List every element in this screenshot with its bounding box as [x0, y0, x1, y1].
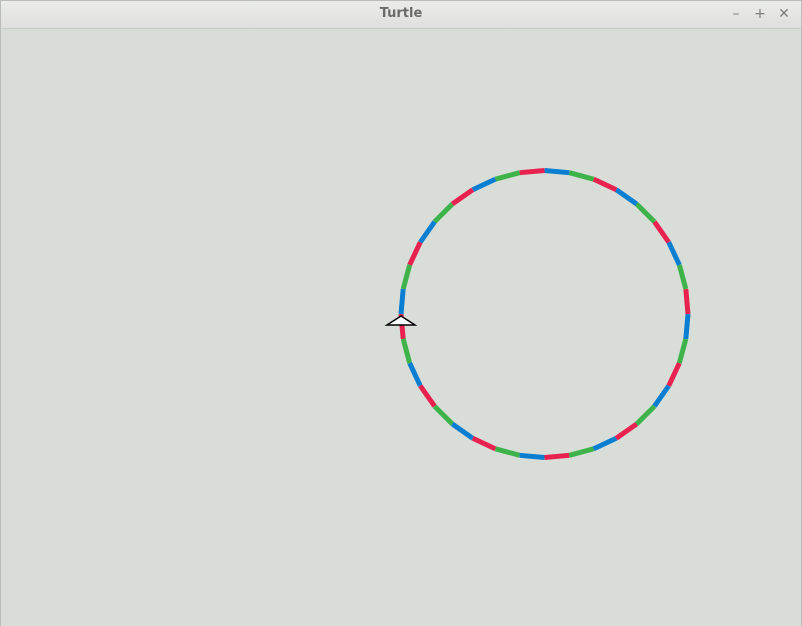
circle-segment: [568, 170, 595, 182]
circle-segment: [400, 264, 413, 290]
window-controls: – + ✕: [729, 6, 791, 22]
drawing-canvas[interactable]: [1, 29, 801, 626]
circle-segment: [418, 220, 437, 244]
circle-segment: [450, 421, 475, 441]
circle-segment: [471, 436, 497, 452]
circle-segment: [519, 168, 545, 176]
circle-segment: [418, 384, 437, 408]
circle-segment: [614, 421, 639, 441]
circle-segment: [676, 264, 689, 290]
circle-segment: [432, 404, 455, 426]
circle-segment: [400, 338, 413, 364]
circle-segment: [652, 384, 671, 408]
circle-segment: [592, 176, 618, 192]
circle-segment: [544, 168, 570, 176]
circle-segment: [592, 436, 618, 452]
close-button[interactable]: ✕: [777, 6, 791, 22]
minimize-button[interactable]: –: [729, 6, 743, 22]
circle-segment: [666, 241, 682, 266]
circle-segment: [494, 446, 521, 458]
turtle-arrow-icon: [384, 315, 418, 326]
circle-segment: [634, 404, 657, 426]
maximize-button[interactable]: +: [753, 6, 767, 22]
circle-segment: [519, 452, 545, 460]
circle-segment: [683, 288, 691, 315]
title-bar[interactable]: Turtle – + ✕: [1, 1, 801, 29]
circle-segment: [652, 220, 671, 244]
turtle-window: Turtle – + ✕: [0, 0, 802, 626]
circle-segment: [494, 170, 521, 182]
circle-path: [398, 168, 691, 460]
circle-segment: [407, 241, 423, 266]
circle-segment: [676, 338, 689, 364]
circle-segment: [407, 362, 423, 387]
circle-segment: [398, 288, 406, 315]
circle-segment: [666, 362, 682, 387]
circle-segment: [450, 187, 475, 207]
turtle-drawing: [384, 168, 691, 460]
circle-segment: [683, 313, 691, 340]
circle-segment: [568, 446, 595, 458]
circle-segment: [614, 187, 639, 207]
window-title: Turtle: [379, 6, 423, 21]
circle-segment: [544, 452, 570, 460]
circle-segment: [634, 202, 657, 224]
circle-segment: [471, 176, 497, 192]
circle-segment: [432, 202, 455, 224]
